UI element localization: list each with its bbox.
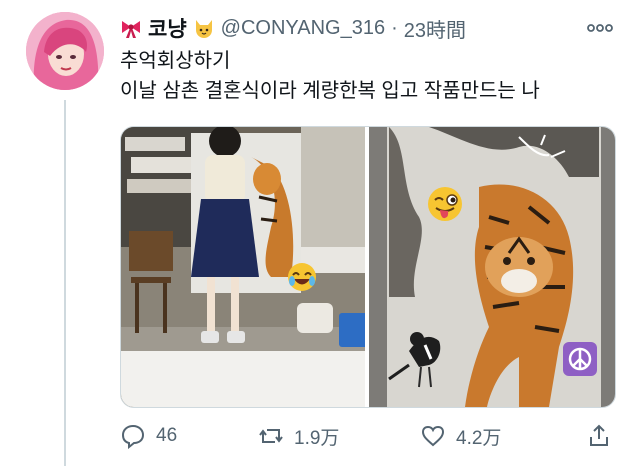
retweet-button[interactable]: 1.9万 xyxy=(258,418,339,454)
separator-dot: · xyxy=(391,16,398,39)
tweet-header: 코냥 @CONYANG_316 · 23時間 xyxy=(120,14,466,42)
photo-artist-at-easel[interactable] xyxy=(121,127,365,407)
like-button[interactable]: 4.2万 xyxy=(420,418,501,454)
retweet-icon xyxy=(259,429,283,443)
share-icon xyxy=(590,424,608,446)
timestamp[interactable]: 23時間 xyxy=(404,14,466,43)
peace-symbol xyxy=(563,342,597,376)
reply-icon xyxy=(121,424,145,449)
user-handle[interactable]: @CONYANG_316 xyxy=(221,17,385,40)
heart-icon xyxy=(421,425,445,447)
tweet-text-line-2: 이날 삼촌 결혼식이라 계량한복 입고 작품만드는 나 xyxy=(120,80,540,102)
tweet-text-line-1: 추억회상하기 xyxy=(120,50,231,72)
more-options-icon[interactable] xyxy=(586,14,614,42)
reply-count: 46 xyxy=(156,425,178,446)
laughing-emoji xyxy=(287,262,317,292)
winking-tongue-emoji xyxy=(427,186,463,222)
share-button[interactable] xyxy=(586,418,612,454)
media-grid xyxy=(120,126,616,408)
ribbon-icon xyxy=(122,21,140,38)
retweet-count: 1.9万 xyxy=(294,427,340,449)
tweet-actions: 46 1.9万 4.2万 xyxy=(120,418,620,458)
thread-line xyxy=(64,100,66,466)
reply-button[interactable]: 46 xyxy=(120,418,177,454)
cat-face-icon xyxy=(195,20,212,38)
avatar[interactable] xyxy=(26,12,104,90)
display-name[interactable]: 코냥 xyxy=(148,13,187,43)
like-count: 4.2万 xyxy=(456,427,502,449)
tweet-text: 추억회상하기 이날 삼촌 결혼식이라 계량한복 입고 작품만드는 나 xyxy=(120,46,620,106)
